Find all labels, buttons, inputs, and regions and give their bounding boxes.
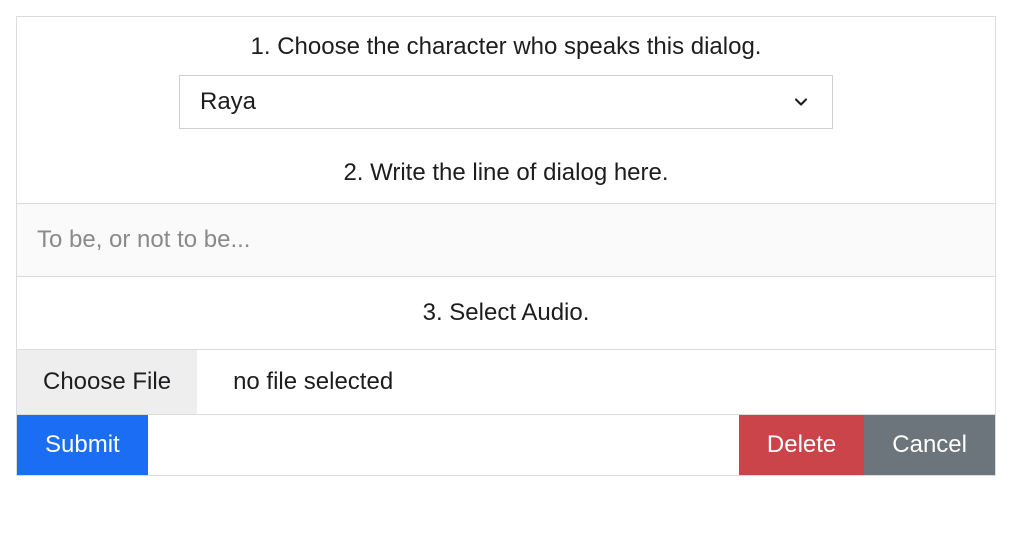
chevron-down-icon: [790, 91, 812, 113]
step-3-label: 3. Select Audio.: [17, 277, 995, 349]
delete-button[interactable]: Delete: [739, 415, 864, 475]
step-2-label: 2. Write the line of dialog here.: [17, 139, 995, 203]
action-row: Submit Delete Cancel: [17, 414, 995, 475]
character-select-wrapper: Raya: [17, 75, 995, 139]
file-row: Choose File no file selected: [17, 349, 995, 414]
character-select[interactable]: Raya: [179, 75, 833, 129]
cancel-button[interactable]: Cancel: [864, 415, 995, 475]
submit-button[interactable]: Submit: [17, 415, 148, 475]
step-1-label: 1. Choose the character who speaks this …: [17, 17, 995, 75]
choose-file-button[interactable]: Choose File: [17, 350, 197, 414]
file-status: no file selected: [197, 368, 393, 396]
character-select-value: Raya: [200, 88, 256, 116]
dialog-line-input[interactable]: [17, 203, 995, 277]
dialog-form: 1. Choose the character who speaks this …: [16, 16, 996, 476]
spacer: [148, 415, 739, 475]
